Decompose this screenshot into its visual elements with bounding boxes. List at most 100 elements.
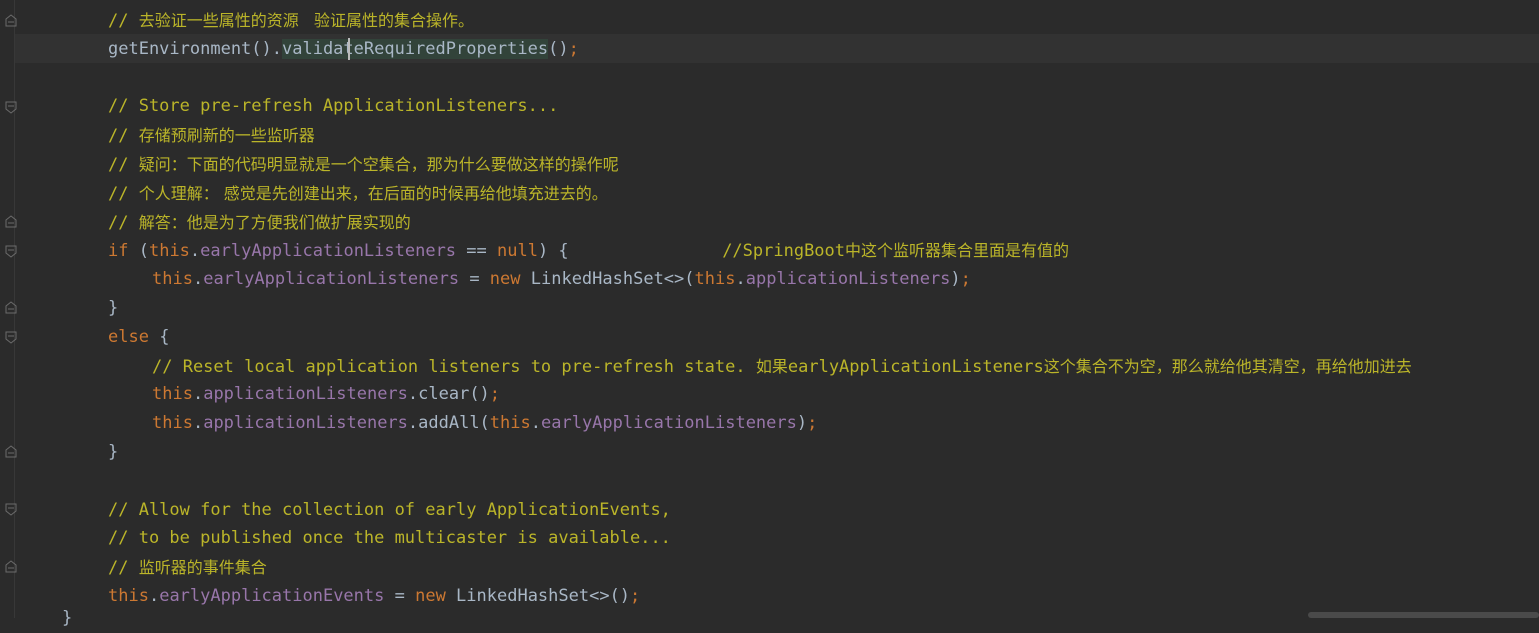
partial-line: } (62, 608, 73, 628)
code-token: 如果 (755, 356, 788, 376)
code-token: ( (128, 241, 149, 262)
code-line[interactable]: // to be published once the multicaster … (108, 524, 671, 553)
code-token: ; (630, 586, 641, 606)
code-token: // (108, 183, 139, 204)
code-line[interactable]: } (108, 438, 118, 467)
code-token: // (108, 155, 139, 175)
code-token: earlyApplicationEvents (159, 586, 385, 606)
code-token: ; (568, 38, 579, 59)
code-token: earlyApplicationListeners (787, 356, 1044, 377)
code-line[interactable]: this.earlyApplicationEvents = new Linked… (108, 582, 640, 611)
code-token: .clear() (407, 384, 490, 405)
code-token: earlyApplicationListeners (200, 241, 457, 262)
code-token: // (108, 558, 139, 579)
fold-end-icon[interactable] (4, 14, 18, 28)
fold-end-icon[interactable] (4, 560, 18, 574)
code-token: 去验证一些属性的资源 验证属性的集合操作。 (138, 11, 474, 30)
code-line[interactable]: // 疑问：下面的代码明显就是一个空集合，那为什么要做这样的操作呢 (108, 150, 619, 179)
code-token: . (530, 413, 541, 434)
code-line[interactable]: // Allow for the collection of early App… (108, 496, 671, 525)
code-token: earlyApplicationListeners (541, 413, 797, 434)
fold-start-icon[interactable] (4, 100, 18, 114)
code-token: this (148, 241, 190, 262)
code-token: 存储预刷新的一些监听器 (138, 126, 315, 146)
code-token: { (148, 326, 170, 347)
horizontal-scrollbar[interactable] (1308, 612, 1539, 618)
code-token: ; (960, 269, 971, 290)
code-token: this (152, 269, 193, 290)
code-token: // Store pre-refresh ApplicationListener… (108, 96, 559, 117)
code-token: ) (950, 269, 961, 290)
code-token: = (384, 586, 416, 606)
code-token: } (108, 442, 119, 462)
code-token: () (548, 38, 569, 59)
code-token: 个人理解： 感觉是先创建出来，在后面的时候再给他填充进去的。 (138, 183, 608, 203)
code-token: this (694, 269, 736, 290)
code-token: if (108, 241, 129, 262)
code-token: null (497, 241, 538, 262)
code-line[interactable]: // Reset local application listeners to … (152, 352, 1412, 381)
code-token: == (456, 241, 497, 262)
code-token: } (108, 298, 119, 318)
code-token: // (108, 11, 139, 31)
code-token: . (192, 269, 204, 290)
code-token: new (489, 269, 521, 290)
code-token: // to be published once the multicaster … (108, 528, 671, 549)
code-token: getEnvironment(). (108, 38, 282, 59)
code-token: = (459, 269, 490, 290)
code-token: // (108, 126, 139, 147)
code-token: LinkedHashSet<>() (445, 586, 631, 606)
code-token: LinkedHashSet<>( (520, 269, 695, 290)
code-token: 这个集合不为空，那么就给他其清空，再给他加进去 (1043, 356, 1412, 376)
code-token: //SpringBoot (722, 241, 846, 262)
code-line[interactable]: if (this.earlyApplicationListeners == nu… (108, 236, 1069, 265)
code-line[interactable]: // 存储预刷新的一些监听器 (108, 121, 315, 150)
code-token: ; (807, 413, 818, 434)
code-token: applicationListeners (203, 384, 408, 405)
code-line[interactable]: // 解答：他是为了方便我们做扩展实现的 (108, 208, 411, 237)
fold-start-icon[interactable] (4, 244, 18, 258)
code-line[interactable]: this.applicationListeners.clear(); (152, 380, 500, 409)
code-editor[interactable]: // 去验证一些属性的资源 验证属性的集合操作。 getEnvironment()… (0, 0, 1539, 628)
code-line[interactable]: getEnvironment().validateRequiredPropert… (108, 35, 579, 64)
code-token: 中这个监听器集合里面是有值的 (845, 241, 1070, 261)
code-token: this (152, 384, 193, 405)
code-line[interactable]: } (108, 294, 118, 323)
fold-end-icon[interactable] (4, 445, 18, 459)
code-token: applicationListeners (203, 413, 408, 434)
code-line[interactable]: else { (108, 323, 169, 352)
code-token: 疑问：下面的代码明显就是一个空集合，那为什么要做这样的操作呢 (138, 155, 619, 174)
code-token: // Allow for the collection of early App… (108, 499, 671, 520)
fold-end-icon[interactable] (4, 301, 18, 315)
code-line[interactable]: this.applicationListeners.addAll(this.ea… (152, 409, 817, 438)
code-token: this (152, 413, 193, 434)
code-token: earlyApplicationListeners (203, 269, 460, 290)
code-token: ; (489, 384, 501, 405)
fold-end-icon[interactable] (4, 215, 18, 229)
code-token: . (735, 269, 746, 290)
fold-start-icon[interactable] (4, 330, 18, 344)
code-token: ) { (537, 241, 723, 262)
text-caret (348, 38, 350, 60)
code-token: . (192, 384, 204, 405)
code-token: . (192, 413, 204, 434)
code-token: this (108, 586, 149, 606)
code-line[interactable]: // 个人理解： 感觉是先创建出来，在后面的时候再给他填充进去的。 (108, 179, 608, 208)
code-line[interactable]: // Store pre-refresh ApplicationListener… (108, 92, 558, 121)
code-token: 解答：他是为了方便我们做扩展实现的 (138, 212, 411, 232)
code-token: else (108, 326, 149, 347)
code-token: // (108, 212, 139, 233)
code-token: . (189, 241, 201, 262)
code-line[interactable]: this.earlyApplicationListeners = new Lin… (152, 265, 971, 294)
code-token: . (148, 586, 160, 606)
code-line[interactable]: // 监听器的事件集合 (108, 553, 267, 582)
code-token: new (415, 586, 446, 606)
code-token: .addAll( (407, 413, 490, 434)
code-line[interactable]: // 去验证一些属性的资源 验证属性的集合操作。 (108, 6, 474, 35)
code-token: // Reset local application listeners to … (152, 356, 756, 377)
code-token: 监听器的事件集合 (138, 558, 267, 578)
code-token: ) (796, 413, 808, 434)
code-token: validateRequiredProperties (282, 38, 549, 59)
code-token: applicationListeners (745, 269, 951, 290)
fold-start-icon[interactable] (4, 502, 18, 516)
